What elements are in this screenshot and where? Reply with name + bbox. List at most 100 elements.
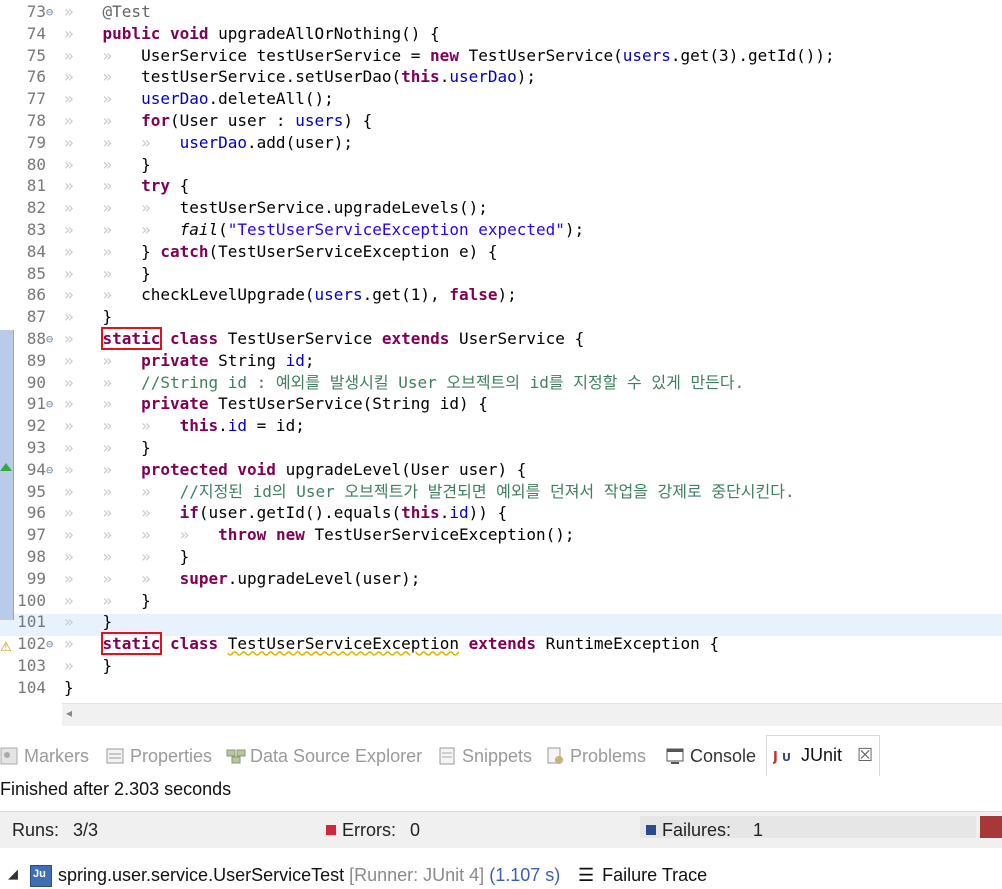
code-text: » » » super.upgradeLevel(user); [64, 568, 421, 588]
line-number: 90 [26, 372, 46, 392]
tab-markers[interactable]: Markers [0, 737, 89, 775]
problems-icon [546, 740, 564, 764]
code-line[interactable]: 77 » » userDao.deleteAll(); [0, 88, 1002, 110]
code-line[interactable]: 83 » » » fail("TestUserServiceException e… [0, 219, 1002, 241]
code-line[interactable]: 82 » » » testUserService.upgradeLevels(); [0, 197, 1002, 219]
code-line[interactable]: 89 » » private String id; [0, 350, 1002, 372]
code-text: » public void upgradeAllOrNothing() { [64, 23, 440, 43]
console-icon [666, 740, 684, 764]
code-text: » » } [64, 590, 151, 610]
fold-toggle-icon[interactable]: ⊖ [46, 459, 60, 481]
code-line[interactable]: 101 » } [0, 611, 1002, 633]
code-line[interactable]: 97 » » » » throw new TestUserServiceExcep… [0, 524, 1002, 546]
line-number: 91 [26, 394, 46, 414]
code-line[interactable]: 73 ⊖» @Test [0, 1, 1002, 23]
line-number: 80 [26, 154, 46, 174]
tab-console[interactable]: Console [666, 737, 756, 775]
code-line[interactable]: 79 » » » userDao.add(user); [0, 132, 1002, 154]
tab-problems[interactable]: Problems [546, 737, 646, 775]
code-line[interactable]: 85 » » } [0, 263, 1002, 285]
line-number: 88 [26, 329, 46, 348]
code-text: » » UserService testUserService = new Te… [64, 45, 835, 65]
code-text: » » checkLevelUpgrade(users.get(1), fals… [64, 285, 517, 305]
fold-toggle-icon[interactable]: ⊖ [46, 1, 60, 23]
failures-counter: Failures: 1 [646, 820, 763, 841]
tab-data-source-explorer[interactable]: Data Source Explorer [226, 737, 422, 775]
fold-toggle-icon[interactable]: ⊖ [46, 393, 60, 415]
line-number: 81 [26, 176, 46, 196]
code-line[interactable]: 102 ⊖» static class TestUserServiceExcept… [0, 632, 1002, 656]
code-text: » » //String id : 예외를 발생시킬 User 오브젝트의 id… [64, 372, 745, 392]
code-text: » » » testUserService.upgradeLevels(); [64, 198, 488, 218]
test-suite-icon: Ju [30, 865, 52, 887]
code-line[interactable]: 84 » » } catch(TestUserServiceException e… [0, 241, 1002, 263]
properties-icon [106, 740, 124, 764]
code-line[interactable]: 88 ⊖» static class TestUserService extend… [0, 327, 1002, 350]
code-text: » » » //지정된 id의 User 오브젝트가 발견되면 예외를 던져서 … [64, 481, 795, 501]
code-line[interactable]: 76 » » testUserService.setUserDao(this.us… [0, 66, 1002, 88]
line-number: 92 [26, 416, 46, 436]
line-number: 102 [17, 634, 46, 654]
close-tab-icon[interactable]: ☒ [857, 745, 873, 765]
code-text: » » » fail("TestUserServiceException exp… [64, 220, 585, 239]
code-line[interactable]: 86 » » checkLevelUpgrade(users.get(1), fa… [0, 284, 1002, 306]
code-line[interactable]: 91 ⊖» » private TestUserService(String id… [0, 393, 1002, 415]
code-text: » » » userDao.add(user); [64, 132, 353, 152]
line-number: 99 [26, 568, 46, 588]
code-text: » » } catch(TestUserServiceException e) … [64, 241, 498, 261]
fold-toggle-icon[interactable]: ⊖ [46, 633, 60, 655]
failure-trace-header[interactable]: ☰ Failure Trace [578, 865, 707, 886]
code-text: » } [64, 656, 113, 675]
data-source-icon [226, 740, 246, 764]
code-text: » » for(User user : users) { [64, 111, 373, 130]
line-number: 94 [26, 459, 46, 479]
code-line[interactable]: 87 » } [0, 306, 1002, 328]
collapse-triangle-icon[interactable]: ◢ [8, 866, 18, 882]
line-number: 104 [17, 677, 46, 697]
line-number: 78 [26, 111, 46, 130]
code-text: » » » } [64, 547, 190, 566]
code-line[interactable]: 92 » » » this.id = id; [0, 415, 1002, 437]
fold-toggle-icon[interactable]: ⊖ [46, 328, 60, 350]
code-text: » static class TestUserService extends U… [64, 327, 585, 350]
line-number: 82 [26, 198, 46, 218]
code-line[interactable]: 96 » » » if(user.getId().equals(this.id))… [0, 502, 1002, 524]
tab-properties[interactable]: Properties [106, 737, 212, 775]
code-line[interactable]: 95 » » » //지정된 id의 User 오브젝트가 발견되면 예외를 던져… [0, 481, 1002, 503]
code-line[interactable]: 93 » » } [0, 437, 1002, 459]
tab-snippets[interactable]: Snippets [438, 737, 532, 775]
snippets-icon [438, 740, 456, 765]
code-text: » » } [64, 154, 151, 174]
runs-counter: Runs: 3/3 [12, 820, 99, 840]
code-line[interactable]: 103 » } [0, 655, 1002, 677]
code-line[interactable]: 74 » public void upgradeAllOrNothing() { [0, 23, 1002, 45]
line-number: 74 [26, 23, 46, 43]
line-number: 86 [26, 285, 46, 305]
line-number: 96 [26, 503, 46, 523]
code-text: » » } [64, 263, 151, 283]
code-line[interactable]: 94 ⊖» » protected void upgradeLevel(User … [0, 459, 1002, 481]
horizontal-scrollbar[interactable]: ◂ [62, 703, 1002, 726]
code-line[interactable]: 75 » » UserService testUserService = new … [0, 45, 1002, 67]
scroll-left-icon[interactable]: ◂ [66, 706, 72, 720]
code-text: » » protected void upgradeLevel(User use… [64, 459, 527, 479]
tab-junit[interactable]: J U JUnit ☒ [766, 735, 881, 776]
markers-icon [0, 740, 18, 765]
code-line[interactable]: 99 » » » super.upgradeLevel(user); [0, 568, 1002, 590]
code-line[interactable]: 80 » » } [0, 154, 1002, 176]
code-line[interactable]: 78 » » for(User user : users) { [0, 110, 1002, 132]
code-line[interactable]: 90 » » //String id : 예외를 발생시킬 User 오브젝트의 … [0, 372, 1002, 394]
code-text: » » » » throw new TestUserServiceExcepti… [64, 525, 575, 545]
line-number: 97 [26, 525, 46, 545]
code-line[interactable]: 98 » » » } [0, 546, 1002, 568]
line-number: 79 [26, 132, 46, 152]
code-line[interactable]: 81 » » try { [0, 175, 1002, 197]
test-suite-label[interactable]: spring.user.service.UserServiceTest [Run… [58, 865, 560, 886]
code-line[interactable]: 100 » » } [0, 590, 1002, 612]
code-editor[interactable]: ⚠ 73 ⊖» @Test 74» public void upgradeAllOr… [0, 0, 1002, 703]
line-number: 73 [26, 2, 46, 21]
line-number: 93 [26, 438, 46, 457]
code-text: » » private String id; [64, 350, 315, 370]
test-tree-row[interactable]: ◢ Ju spring.user.service.UserServiceTest… [0, 863, 1002, 889]
code-line[interactable]: 104} [0, 677, 1002, 699]
